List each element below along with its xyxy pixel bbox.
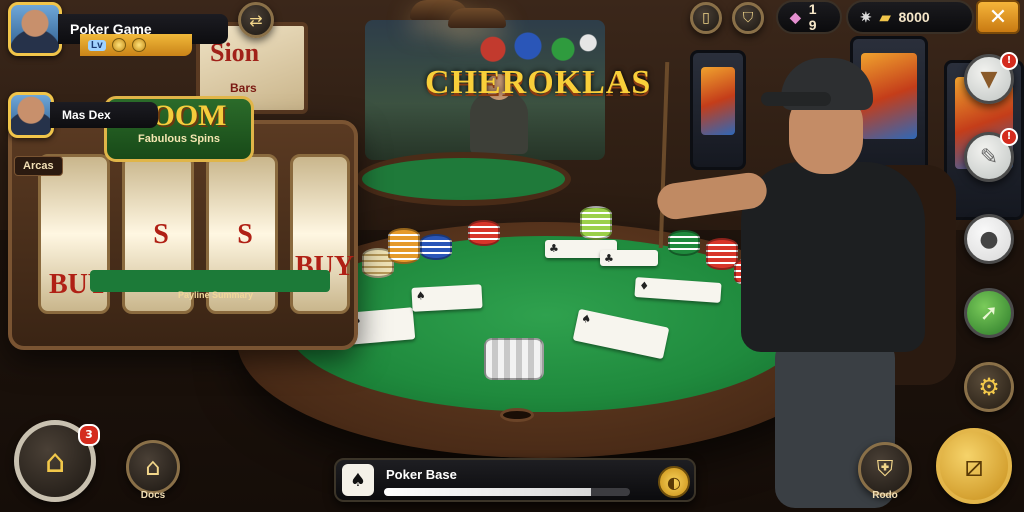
- opponent-name: Mas Dex: [50, 102, 158, 128]
- boost-leaf-icon: ➚: [979, 300, 999, 326]
- player-level-bar: Lv: [80, 34, 192, 56]
- rodo-button-label: Rodo: [872, 490, 898, 501]
- player-avatar[interactable]: [8, 2, 62, 56]
- chips-decoration-icon: [465, 30, 605, 62]
- home-badge: 3: [78, 424, 100, 446]
- gem-count: 1 9: [808, 1, 817, 33]
- shield-icon: ⛉: [742, 10, 754, 26]
- swap-arrows-button[interactable]: ⇄: [238, 2, 274, 38]
- docs-button[interactable]: ⌂: [126, 440, 180, 494]
- table-progress-fill: [384, 488, 591, 496]
- close-icon: ✕: [988, 4, 1008, 30]
- feather-icon: ✎: [979, 144, 999, 170]
- coin-icon: ▰: [879, 8, 891, 25]
- chat-bubble-icon: ●: [979, 226, 999, 252]
- ceiling-lamp: [448, 8, 506, 28]
- arrow-icon: ◐: [667, 472, 681, 492]
- background-poker-table: [356, 152, 571, 206]
- status-action-button[interactable]: ◐: [658, 466, 690, 498]
- chip-stack[interactable]: [420, 234, 452, 260]
- table-progress-track: [384, 488, 630, 496]
- notification-badge: !: [1000, 128, 1018, 146]
- coin-icon: [111, 38, 126, 52]
- game-logo: CHEROKLAS: [425, 30, 652, 102]
- chip-stack[interactable]: [388, 228, 420, 264]
- game-title: CHEROKLAS: [425, 64, 652, 101]
- main-action-button[interactable]: ⧄: [936, 428, 1012, 504]
- side-menu-chat-button[interactable]: ●: [964, 214, 1014, 264]
- docs-button-label: Docs: [140, 490, 166, 501]
- gem-counter[interactable]: ◆ 1 9: [776, 0, 842, 34]
- chip-stack[interactable]: [668, 230, 700, 256]
- coin-counter[interactable]: ✷ ▰ 8000: [846, 0, 974, 34]
- side-menu-boost-button[interactable]: ➚: [964, 288, 1014, 338]
- house-icon: ⌂: [145, 453, 161, 481]
- slot-machine-label: Arcas: [14, 156, 63, 176]
- gem-icon: ◆: [790, 8, 801, 25]
- coin-balance: 8000: [898, 9, 930, 25]
- notification-badge: !: [1000, 52, 1018, 70]
- chip-stack[interactable]: [468, 220, 500, 246]
- playing-card[interactable]: ♠: [411, 284, 483, 312]
- seated-player: [655, 58, 935, 508]
- rodo-button[interactable]: ⛨: [858, 442, 912, 496]
- opponent-profile[interactable]: Mas Dex: [8, 92, 158, 138]
- wall-sign-line2: Bars: [230, 81, 257, 95]
- gear-icon: ⚙: [978, 373, 1000, 401]
- gear-emblem-icon: ✷: [860, 8, 872, 25]
- close-button[interactable]: ✕: [976, 0, 1020, 34]
- table-status-bar[interactable]: ♠ Poker Base ◐: [334, 458, 696, 502]
- home-icon: ⌂: [44, 442, 66, 480]
- slot-payout-tray: [90, 270, 330, 292]
- card-icon: ♠: [342, 464, 374, 496]
- game-scene: Sion Bars ♠ ♠ ♠ ♣ ♣ ♦ BUY S S BUY Arcas: [0, 0, 1024, 512]
- slot-machine-plate: Payline Summary: [178, 290, 254, 300]
- coin-icon: [131, 38, 146, 52]
- door-button[interactable]: ▯: [690, 2, 722, 34]
- table-status-title: Poker Base: [386, 467, 457, 482]
- no-video-icon: ⧄: [964, 448, 984, 484]
- level-badge: Lv: [88, 39, 106, 51]
- playing-card[interactable]: ♣: [600, 250, 658, 266]
- opponent-avatar[interactable]: [8, 92, 54, 138]
- shield-button[interactable]: ⛉: [732, 2, 764, 34]
- swap-arrows-icon: ⇄: [249, 10, 263, 30]
- settings-button[interactable]: ⚙: [964, 362, 1014, 412]
- shield-emblem-icon: ⛨: [876, 456, 894, 482]
- cup-holder: [500, 408, 534, 422]
- door-icon: ▯: [702, 10, 710, 26]
- chip-stack[interactable]: [580, 206, 612, 240]
- card-deck[interactable]: [484, 338, 544, 380]
- drink-icon: ▼: [980, 66, 998, 92]
